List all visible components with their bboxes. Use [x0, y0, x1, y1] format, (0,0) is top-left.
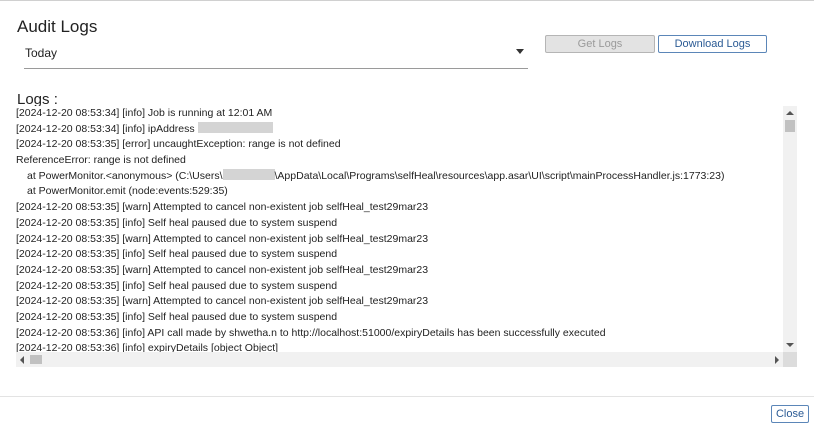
scroll-down-icon[interactable] — [786, 343, 794, 347]
log-line: [2024-12-20 08:53:34] [info] ipAddress — [16, 121, 781, 138]
log-line-text: [2024-12-20 08:53:35] [info] Self heal p… — [16, 216, 338, 229]
redacted-block — [197, 121, 273, 133]
scroll-right-icon[interactable] — [775, 356, 779, 364]
log-line: [2024-12-20 08:53:35] [info] Self heal p… — [16, 310, 781, 326]
log-line-text: [2024-12-20 08:53:35] [warn] Attempted t… — [16, 232, 429, 245]
log-line: at PowerMonitor.emit (node:events:529:35… — [16, 184, 781, 200]
log-line-text: at PowerMonitor.emit (node:events:529:35… — [27, 185, 228, 198]
log-line: [2024-12-20 08:53:35] [error] uncaughtEx… — [16, 137, 781, 153]
log-content: [2024-12-20 08:53:34] [info] Job is runn… — [16, 106, 781, 352]
log-line: at PowerMonitor.<anonymous> (C:\Users\ \A… — [16, 168, 781, 185]
log-line: ReferenceError: range is not defined — [16, 153, 781, 169]
date-range-select[interactable]: Today — [24, 40, 528, 69]
log-line-text: [2024-12-20 08:53:35] [warn] Attempted t… — [16, 263, 429, 276]
footer-divider — [0, 396, 814, 397]
scrollbar-corner — [783, 352, 797, 367]
vertical-scroll-thumb[interactable] — [785, 120, 795, 132]
log-viewer[interactable]: [2024-12-20 08:53:34] [info] Job is runn… — [16, 106, 797, 367]
log-line: [2024-12-20 08:53:36] [info] expiryDetai… — [16, 341, 781, 352]
log-line-text: [2024-12-20 08:53:35] [info] Self heal p… — [16, 248, 338, 261]
log-line-text: [2024-12-20 08:53:34] [info] Job is runn… — [16, 107, 273, 119]
log-line: [2024-12-20 08:53:34] [info] Job is runn… — [16, 106, 781, 122]
scroll-left-icon[interactable] — [20, 356, 24, 364]
top-border — [0, 0, 814, 1]
horizontal-scrollbar[interactable] — [16, 352, 783, 367]
log-line-text: [2024-12-20 08:53:34] [info] ipAddress — [16, 122, 198, 135]
close-button[interactable]: Close — [771, 405, 809, 423]
log-line: [2024-12-20 08:53:35] [info] Self heal p… — [16, 247, 781, 263]
log-line-text-continued: \AppData\Local\Programs\selfHeal\resourc… — [274, 169, 725, 182]
log-line-text: [2024-12-20 08:53:35] [info] Self heal p… — [16, 310, 338, 323]
horizontal-scroll-thumb[interactable] — [30, 355, 42, 364]
log-line-text: [2024-12-20 08:53:35] [warn] Attempted t… — [16, 201, 429, 214]
log-line-text: at PowerMonitor.<anonymous> (C:\Users\ — [27, 169, 223, 182]
log-line: [2024-12-20 08:53:35] [warn] Attempted t… — [16, 263, 781, 279]
log-line: [2024-12-20 08:53:35] [info] Self heal p… — [16, 279, 781, 295]
date-range-selected-value: Today — [25, 46, 58, 60]
log-line-text: [2024-12-20 08:53:36] [info] expiryDetai… — [16, 342, 279, 352]
log-line: [2024-12-20 08:53:35] [warn] Attempted t… — [16, 200, 781, 216]
vertical-scrollbar[interactable] — [783, 106, 797, 352]
log-line-text: [2024-12-20 08:53:35] [info] Self heal p… — [16, 279, 338, 292]
log-line-text: [2024-12-20 08:53:35] [error] uncaughtEx… — [16, 138, 341, 151]
log-line: [2024-12-20 08:53:36] [info] API call ma… — [16, 326, 781, 342]
get-logs-button[interactable]: Get Logs — [545, 35, 655, 53]
log-line-text: [2024-12-20 08:53:36] [info] API call ma… — [16, 326, 606, 339]
download-logs-button[interactable]: Download Logs — [658, 35, 767, 53]
log-line: [2024-12-20 08:53:35] [warn] Attempted t… — [16, 232, 781, 248]
log-line-text: ReferenceError: range is not defined — [16, 154, 186, 167]
caret-down-icon — [516, 49, 524, 54]
log-line: [2024-12-20 08:53:35] [info] Self heal p… — [16, 216, 781, 232]
scroll-up-icon[interactable] — [786, 111, 794, 115]
dialog-title: Audit Logs — [17, 17, 98, 36]
log-line: [2024-12-20 08:53:35] [warn] Attempted t… — [16, 294, 781, 310]
redacted-block — [222, 168, 275, 180]
log-line-text: [2024-12-20 08:53:35] [warn] Attempted t… — [16, 295, 429, 308]
